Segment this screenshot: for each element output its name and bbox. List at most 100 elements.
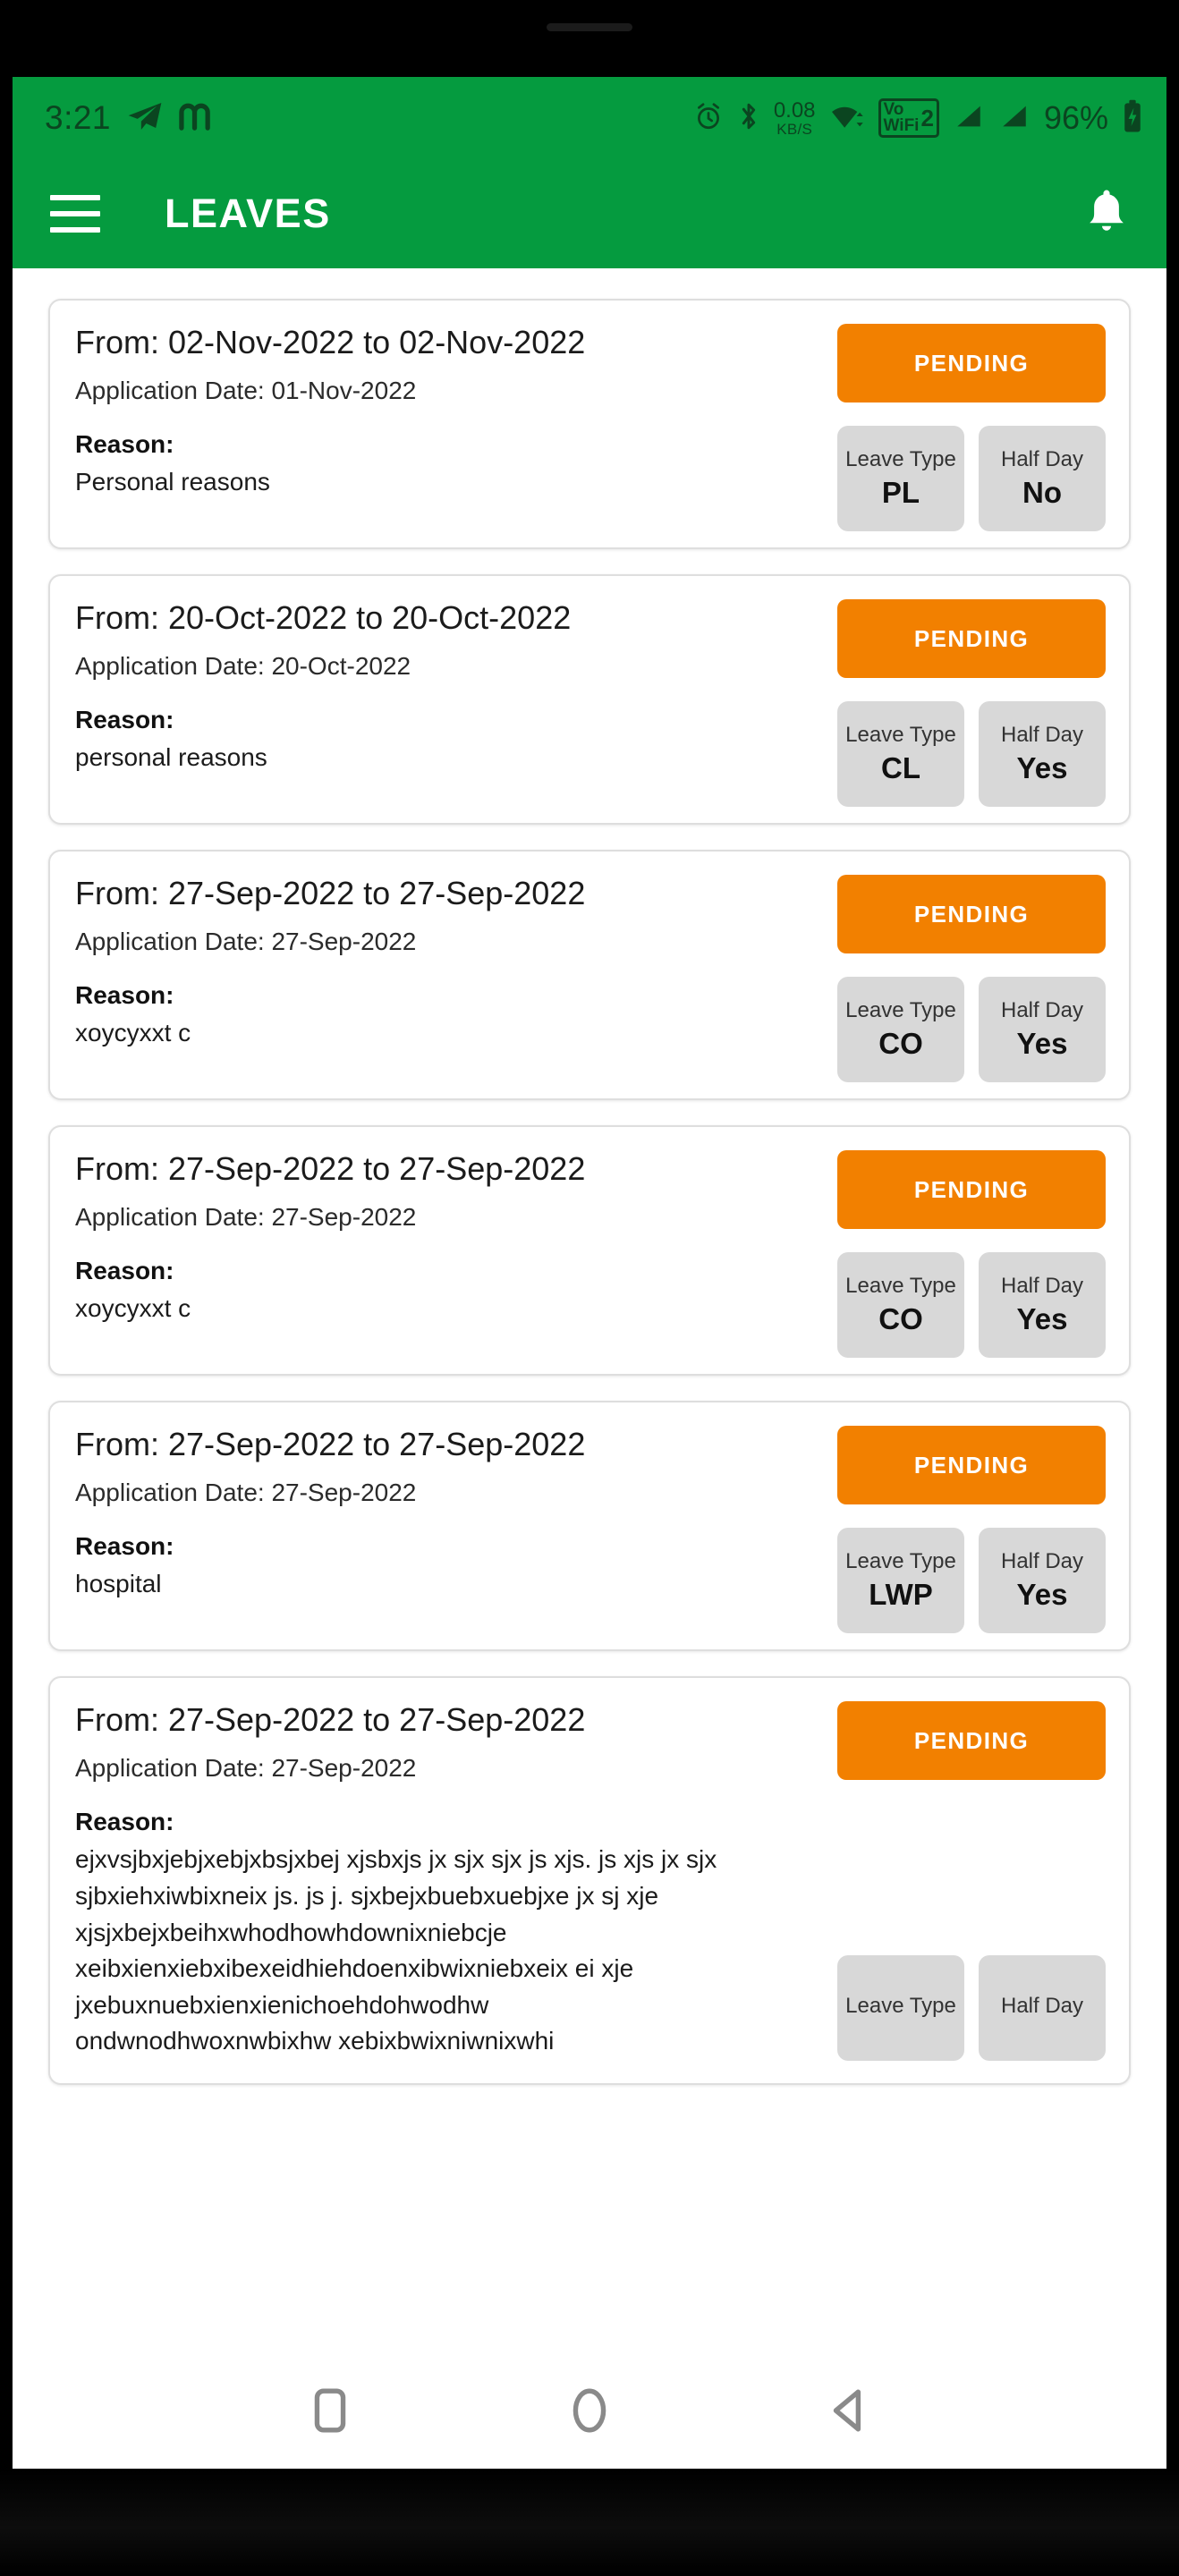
leave-card-main: From: 27-Sep-2022 to 27-Sep-2022 Applica… [75,1426,734,1603]
leave-type-chip: Leave Type CO [837,1252,964,1358]
phone-screen: 3:21 0.08 KB/S Vo WiFi 2 96% LEAVES From… [13,77,1166,2469]
half-day-chip: Half Day Yes [979,1528,1106,1633]
leave-card-main: From: 02-Nov-2022 to 02-Nov-2022 Applica… [75,324,734,501]
status-bar-clock: 3:21 [45,99,112,136]
leave-type-value: CL [881,751,920,784]
half-day-value: No [1022,476,1062,509]
leave-type-value: CO [878,1027,923,1060]
status-bar-right: 0.08 KB/S Vo WiFi 2 96% [693,97,1143,139]
signal-1-icon [953,101,985,136]
leave-type-label: Leave Type [845,723,956,747]
status-bar-left: 3:21 [45,99,213,137]
leave-type-label: Leave Type [845,998,956,1022]
earpiece-speaker [547,23,632,31]
leave-type-chip: Leave Type CO [837,977,964,1082]
leave-date-range: From: 02-Nov-2022 to 02-Nov-2022 [75,324,586,360]
leave-application-date: Application Date: 27-Sep-2022 [75,1203,417,1232]
status-badge[interactable]: PENDING [837,1701,1106,1780]
leave-type-value: CO [878,1302,923,1335]
leave-application-date: Application Date: 20-Oct-2022 [75,652,411,681]
reason-label: Reason: [75,430,174,459]
half-day-value: Yes [1016,751,1068,784]
leave-type-chip: Leave Type [837,1955,964,2061]
android-navigation-bar [13,2352,1166,2469]
half-day-label: Half Day [1000,447,1084,471]
leave-card[interactable]: From: 27-Sep-2022 to 27-Sep-2022 Applica… [48,1401,1131,1651]
leave-type-chip: Leave Type CL [837,701,964,807]
leave-card[interactable]: From: 27-Sep-2022 to 27-Sep-2022 Applica… [48,1676,1131,2085]
leave-application-date: Application Date: 01-Nov-2022 [75,377,417,405]
leave-card-main: From: 27-Sep-2022 to 27-Sep-2022 Applica… [75,1150,734,1327]
reason-label: Reason: [75,1257,174,1285]
status-badge[interactable]: PENDING [837,1150,1106,1229]
leave-application-date: Application Date: 27-Sep-2022 [75,1754,417,1783]
hamburger-menu-icon[interactable] [50,195,100,233]
battery-percent-label: 96% [1043,99,1108,136]
leave-attribute-chips: Leave Type PL Half Day No [837,426,1106,531]
leave-attribute-chips: Leave Type CO Half Day Yes [837,1252,1106,1358]
leave-attribute-chips: Leave Type Half Day [837,1955,1106,2061]
leave-attribute-chips: Leave Type CL Half Day Yes [837,701,1106,807]
half-day-chip: Half Day Yes [979,1252,1106,1358]
network-speed-value: 0.08 [773,97,816,123]
leave-card[interactable]: From: 20-Oct-2022 to 20-Oct-2022 Applica… [48,574,1131,825]
page-title: LEAVES [165,191,331,236]
status-badge[interactable]: PENDING [837,875,1106,953]
leave-card[interactable]: From: 02-Nov-2022 to 02-Nov-2022 Applica… [48,299,1131,549]
leave-card-side: PENDING Leave Type PL Half Day No [837,324,1106,531]
recents-square-icon[interactable] [281,2361,379,2460]
half-day-chip: Half Day [979,1955,1106,2061]
leave-card-side: PENDING Leave Type CO Half Day Yes [837,1150,1106,1358]
reason-label: Reason: [75,706,174,734]
leave-card[interactable]: From: 27-Sep-2022 to 27-Sep-2022 Applica… [48,1125,1131,1376]
leave-date-range: From: 20-Oct-2022 to 20-Oct-2022 [75,599,572,636]
leave-card-side: PENDING Leave Type Half Day [837,1701,1106,2061]
leave-type-value: PL [881,476,920,509]
vowifi-icon: Vo WiFi 2 [878,97,939,139]
leave-attribute-chips: Leave Type LWP Half Day Yes [837,1528,1106,1633]
m-app-icon [179,101,213,136]
leave-card-main: From: 27-Sep-2022 to 27-Sep-2022 Applica… [75,875,734,1052]
reason-text: ejxvsjbxjebjxebjxbsjxbej xjsbxjs jx sjx … [75,1845,717,2055]
reason-label: Reason: [75,1532,174,1561]
half-day-label: Half Day [1000,1994,1084,2018]
wifi-icon [829,101,865,136]
signal-2-icon [998,101,1031,136]
leave-application-date: Application Date: 27-Sep-2022 [75,928,417,956]
notification-bell-icon[interactable] [1077,181,1136,248]
leave-date-range: From: 27-Sep-2022 to 27-Sep-2022 [75,1701,586,1738]
reason-text: xoycyxxt c [75,1019,191,1047]
vowifi-sim-number: 2 [920,104,934,131]
telegram-icon [127,101,163,136]
leave-application-date: Application Date: 27-Sep-2022 [75,1479,417,1507]
device-bottom-chin [0,2469,1179,2576]
reason-label: Reason: [75,981,174,1010]
reason-label: Reason: [75,1808,174,1836]
leave-card-side: PENDING Leave Type CL Half Day Yes [837,599,1106,807]
status-badge[interactable]: PENDING [837,1426,1106,1504]
half-day-value: Yes [1016,1578,1068,1611]
leave-type-label: Leave Type [845,1994,956,2018]
leave-type-label: Leave Type [845,1274,956,1298]
leave-type-value: LWP [869,1578,933,1611]
home-circle-icon[interactable] [540,2361,639,2460]
reason-text: personal reasons [75,743,267,772]
half-day-label: Half Day [1000,1274,1084,1298]
status-badge[interactable]: PENDING [837,599,1106,678]
reason-text: Personal reasons [75,468,270,496]
back-triangle-icon[interactable] [800,2361,898,2460]
network-speed-indicator: 0.08 KB/S [773,97,816,137]
leaves-list[interactable]: From: 02-Nov-2022 to 02-Nov-2022 Applica… [13,268,1166,2379]
leave-card-main: From: 27-Sep-2022 to 27-Sep-2022 Applica… [75,1701,734,2060]
leave-card[interactable]: From: 27-Sep-2022 to 27-Sep-2022 Applica… [48,850,1131,1100]
half-day-label: Half Day [1000,723,1084,747]
leave-attribute-chips: Leave Type CO Half Day Yes [837,977,1106,1082]
leave-date-range: From: 27-Sep-2022 to 27-Sep-2022 [75,875,586,911]
phone-device-frame: 3:21 0.08 KB/S Vo WiFi 2 96% LEAVES From… [0,0,1179,2576]
alarm-icon [693,101,724,136]
half-day-chip: Half Day Yes [979,977,1106,1082]
status-badge[interactable]: PENDING [837,324,1106,402]
reason-text: xoycyxxt c [75,1294,191,1323]
leave-card-side: PENDING Leave Type CO Half Day Yes [837,875,1106,1082]
leave-type-label: Leave Type [845,447,956,471]
